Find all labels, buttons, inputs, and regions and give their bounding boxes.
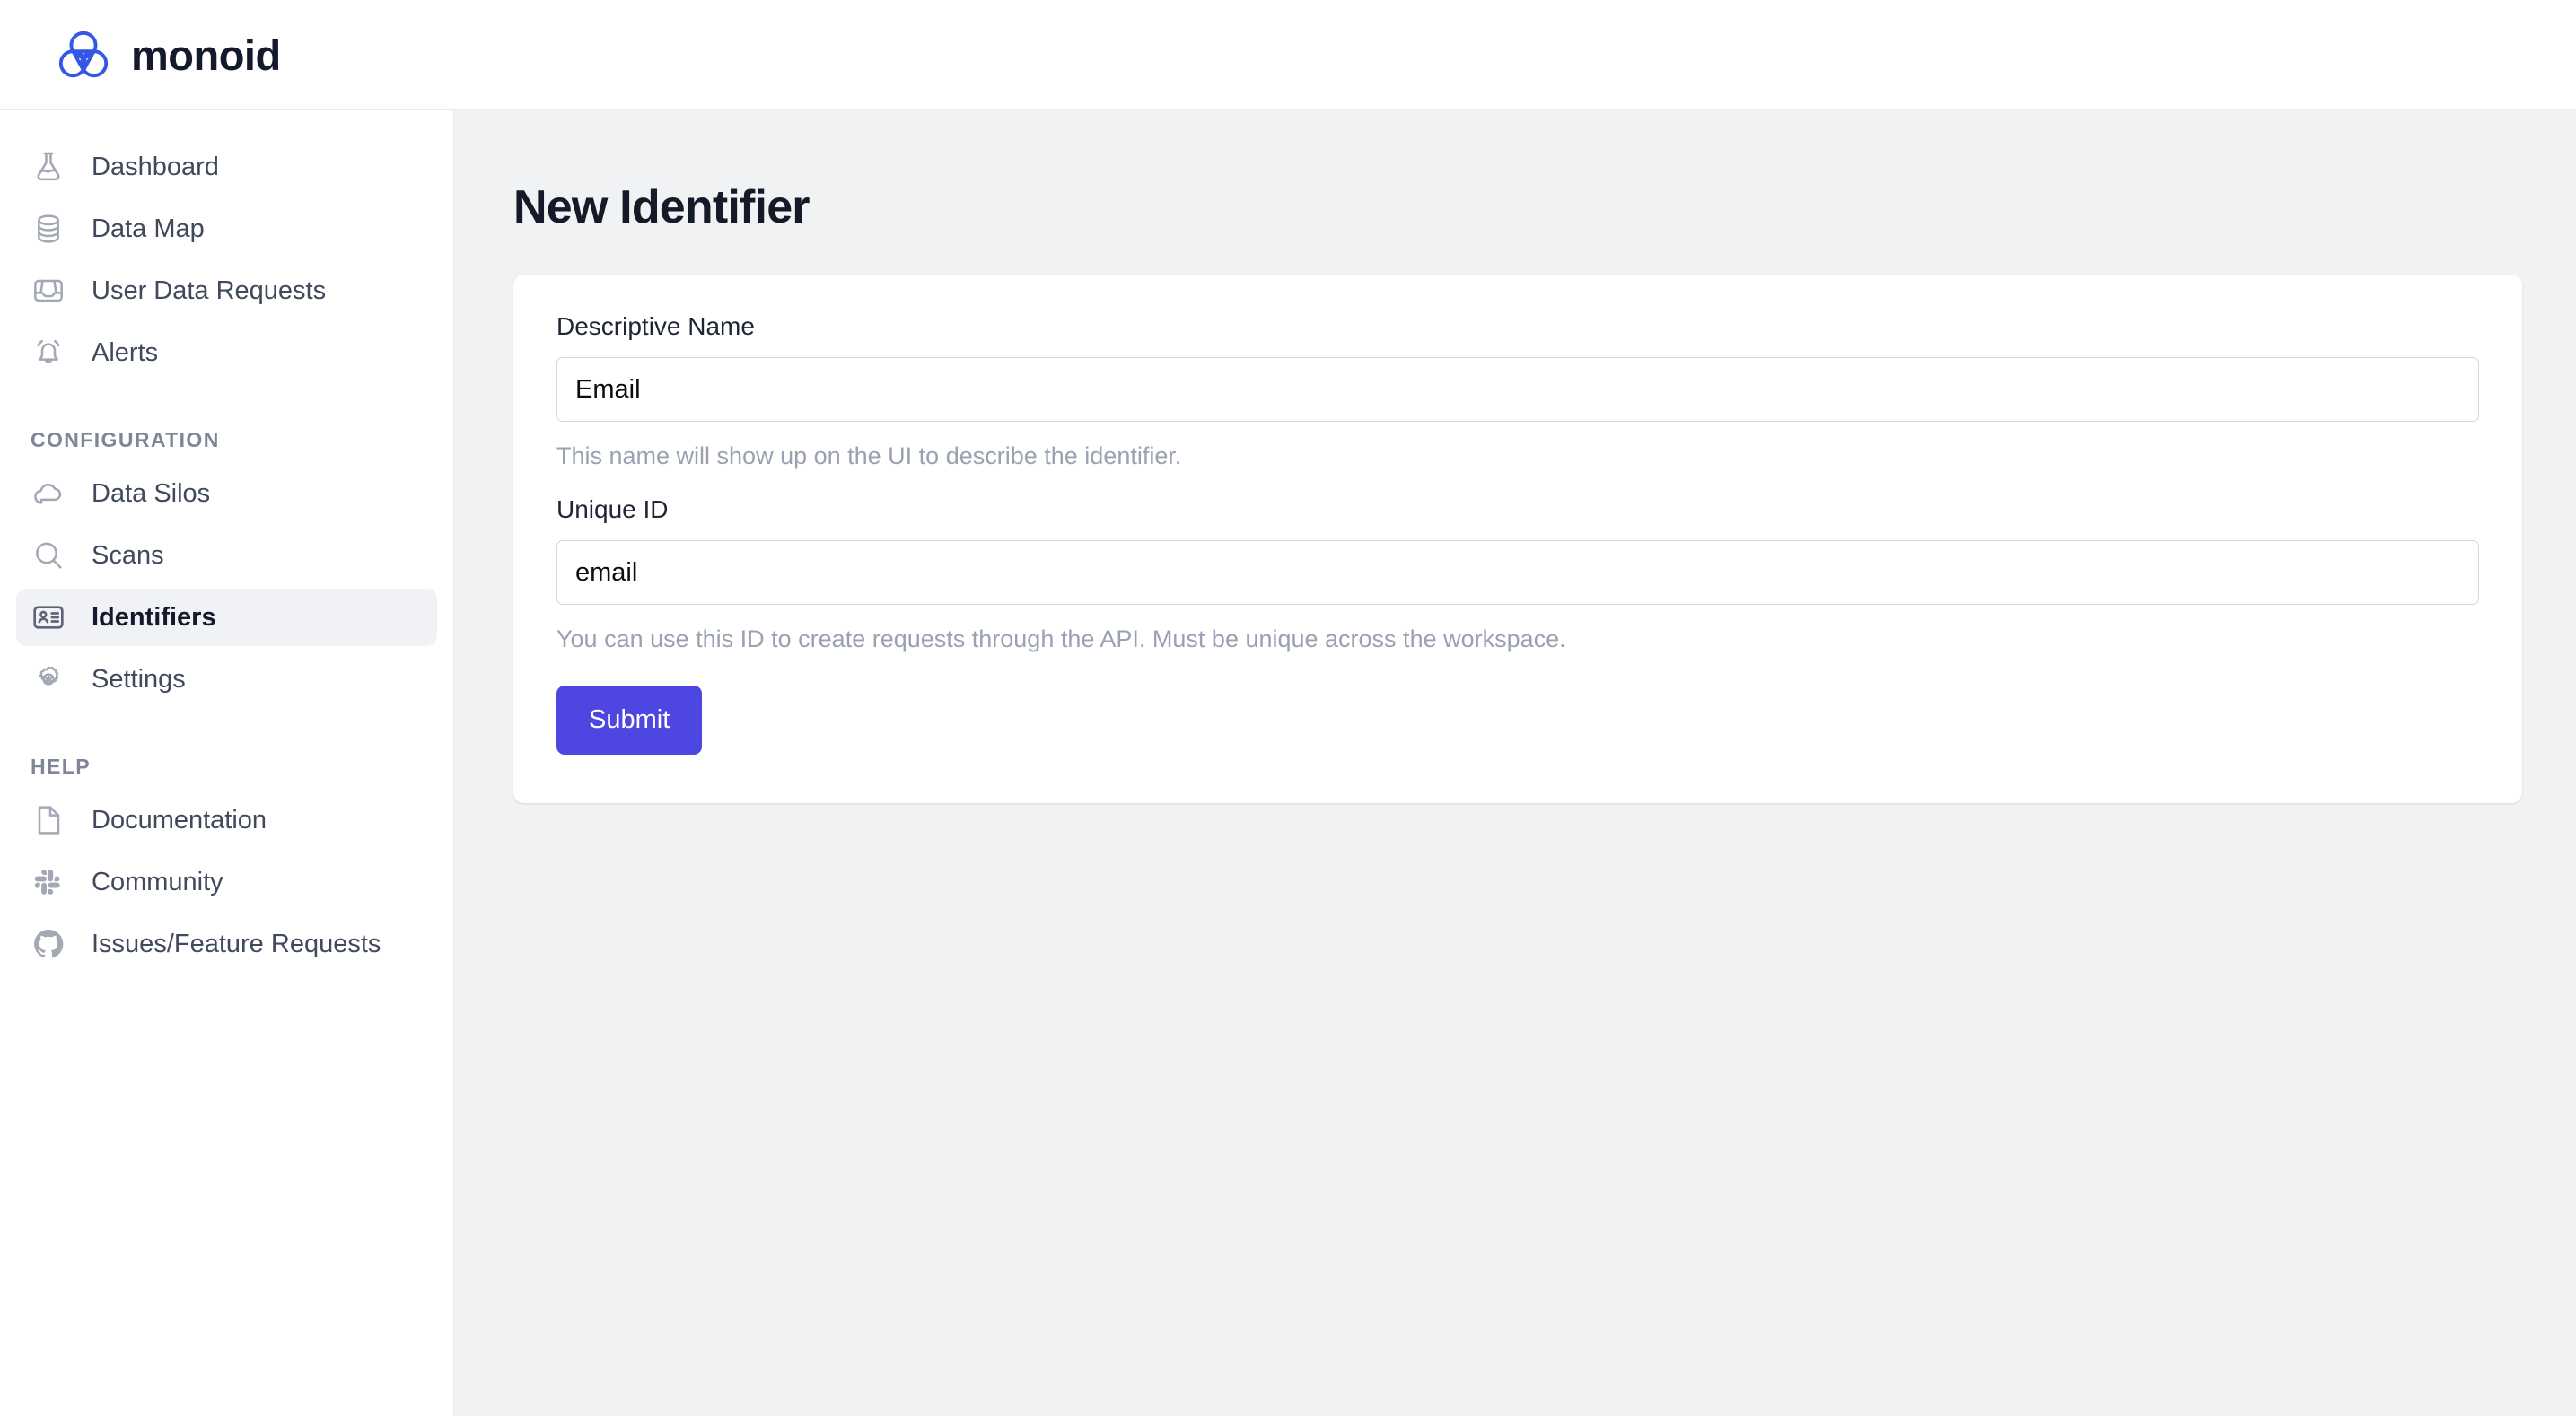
sidebar-item-identifiers[interactable]: Identifiers <box>16 589 437 646</box>
sidebar-item-issues-feature-requests[interactable]: Issues/Feature Requests <box>16 915 437 973</box>
page-title: New Identifier <box>513 181 810 233</box>
descriptive-name-input[interactable] <box>556 357 2479 423</box>
sidebar-item-label: Alerts <box>92 337 159 367</box>
body-row: Dashboard Data Map User Data Requests Al… <box>0 110 2576 1416</box>
field-descriptive-name: Descriptive Name This name will show up … <box>556 314 2479 472</box>
database-icon <box>31 211 66 247</box>
sidebar-item-community[interactable]: Community <box>16 853 437 911</box>
id-card-icon <box>31 599 66 635</box>
sidebar-item-scans[interactable]: Scans <box>16 527 437 584</box>
document-icon <box>31 802 66 838</box>
sidebar-item-label: Settings <box>92 664 186 694</box>
sidebar-item-user-data-requests[interactable]: User Data Requests <box>16 262 437 319</box>
inbox-icon <box>31 273 66 309</box>
sidebar: Dashboard Data Map User Data Requests Al… <box>0 110 454 1416</box>
github-icon <box>31 926 66 962</box>
sidebar-section-configuration: CONFIGURATION <box>31 428 220 451</box>
search-icon <box>31 538 66 573</box>
bell-icon <box>31 335 66 371</box>
sidebar-item-data-silos[interactable]: Data Silos <box>16 465 437 522</box>
descriptive-name-label: Descriptive Name <box>556 312 755 341</box>
sidebar-help-nav: Documentation Community Issues/Feature R… <box>0 791 453 973</box>
sidebar-item-documentation[interactable]: Documentation <box>16 791 437 849</box>
monoid-trefoil-logo-icon <box>56 27 111 83</box>
sidebar-item-label: Documentation <box>92 805 267 835</box>
flask-icon <box>31 149 66 185</box>
sidebar-item-label: Data Map <box>92 214 205 243</box>
app-header: monoid <box>0 0 2576 110</box>
brand-name: monoid <box>131 31 281 79</box>
sidebar-primary-nav: Dashboard Data Map User Data Requests Al… <box>0 138 453 381</box>
new-identifier-form-card: Descriptive Name This name will show up … <box>513 275 2522 804</box>
sidebar-item-label: Scans <box>92 540 164 570</box>
sidebar-item-alerts[interactable]: Alerts <box>16 324 437 381</box>
sidebar-item-label: Identifiers <box>92 602 216 632</box>
submit-button[interactable]: Submit <box>556 686 703 756</box>
sidebar-item-label: Issues/Feature Requests <box>92 929 381 958</box>
sidebar-item-label: Dashboard <box>92 152 219 181</box>
sidebar-item-label: User Data Requests <box>92 275 327 305</box>
unique-id-label: Unique ID <box>556 495 669 524</box>
sidebar-section-help: HELP <box>31 755 91 778</box>
descriptive-name-helper: This name will show up on the UI to desc… <box>556 442 1182 470</box>
sidebar-item-label: Data Silos <box>92 478 211 508</box>
sidebar-item-data-map[interactable]: Data Map <box>16 200 437 258</box>
main-content: New Identifier Descriptive Name This nam… <box>454 110 2576 1416</box>
gear-icon <box>31 661 66 697</box>
sidebar-item-settings[interactable]: Settings <box>16 651 437 708</box>
cloud-icon <box>31 476 66 511</box>
unique-id-input[interactable] <box>556 540 2479 606</box>
sidebar-item-label: Community <box>92 867 223 896</box>
unique-id-helper: You can use this ID to create requests t… <box>556 625 1566 653</box>
app-root: monoid Dashboard Data Map User Data Requ… <box>0 0 2576 1416</box>
sidebar-item-dashboard[interactable]: Dashboard <box>16 138 437 196</box>
slack-icon <box>31 864 66 900</box>
brand-logo[interactable]: monoid <box>56 27 281 83</box>
field-unique-id: Unique ID You can use this ID to create … <box>556 497 2479 655</box>
sidebar-configuration-nav: Data Silos Scans Identifiers Settings <box>0 465 453 708</box>
